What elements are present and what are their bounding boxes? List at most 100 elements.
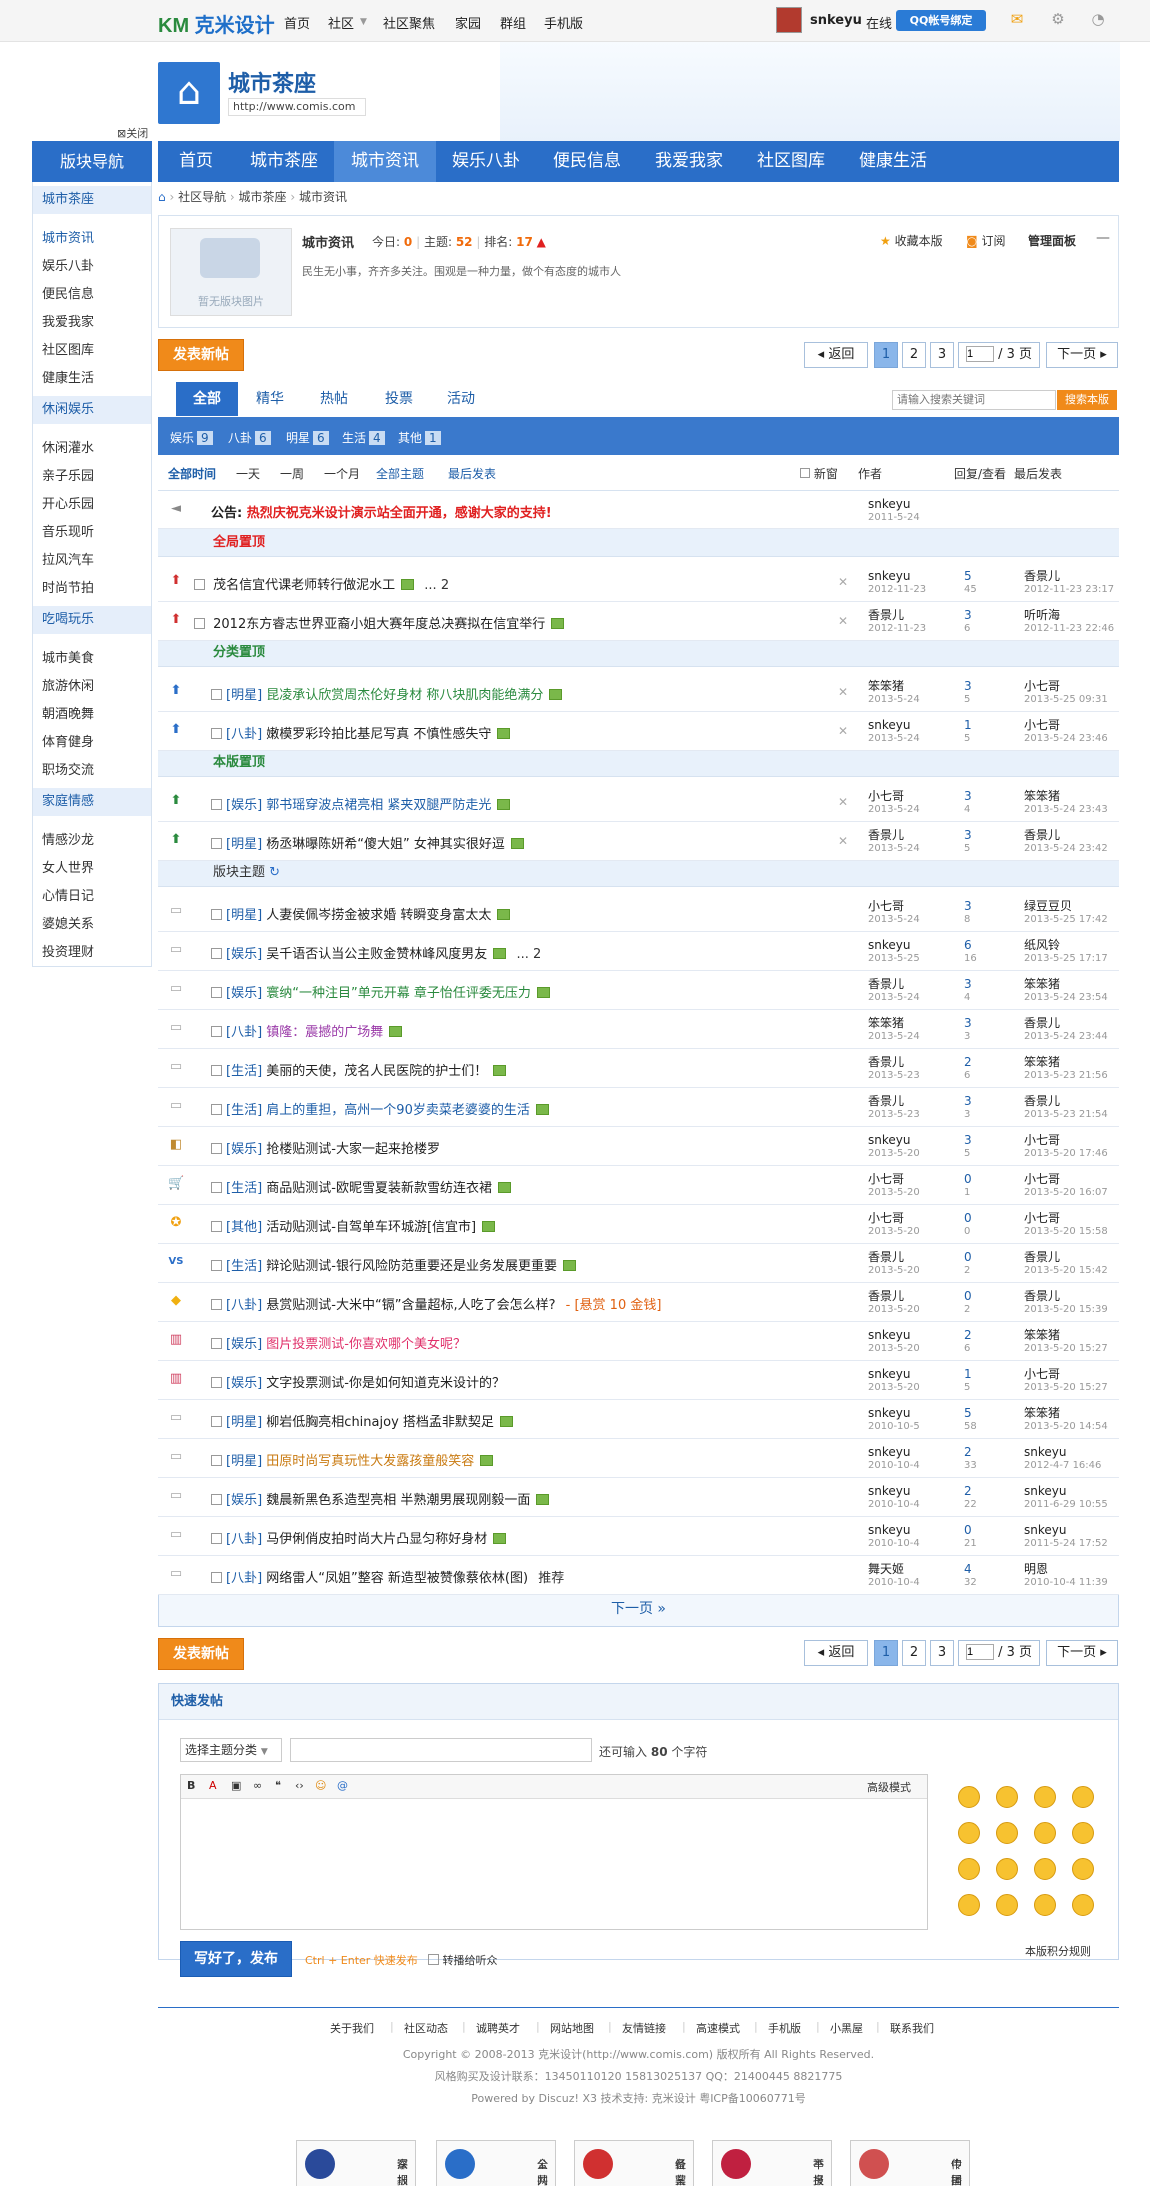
topic-title[interactable]: [八卦] 网络雷人“凤姐”整容 新造型被赞像蔡依林(图) 推荐 (211, 1567, 564, 1586)
topic-title[interactable]: [娱乐] 文字投票测试-你是如何知道克米设计的？ (211, 1372, 505, 1391)
topic-category-tag[interactable]: [娱乐] (226, 1337, 262, 1352)
avatar[interactable] (776, 7, 802, 33)
topic-subject[interactable]: 图片投票测试-你喜欢哪个美女呢？ (266, 1337, 466, 1352)
filter-all-time[interactable]: 全部时间 (168, 465, 216, 482)
nav-city-news[interactable]: 城市资讯 (334, 141, 436, 182)
topic-author[interactable]: 香景儿 2013-5-23 (868, 1055, 920, 1083)
sidebar-item[interactable]: 便民信息 (42, 283, 94, 302)
emoji-icon[interactable] (1072, 1858, 1094, 1880)
topic-subject[interactable]: 魏晨新黑色系造型亮相 半熟潮男展现刚毅一面 (266, 1493, 530, 1508)
topic-subject[interactable]: 美丽的天使，茂名人民医院的护士们！ (266, 1064, 487, 1079)
announcement-author[interactable]: snkeyu 2011-5-24 (868, 497, 920, 525)
table-row[interactable]: ▭ [娱乐] 吴千语否认当公主败金赞林峰风度男友 ... 2 snkeyu 2013-… (158, 932, 1119, 971)
checkbox[interactable] (211, 1572, 222, 1583)
topic-author[interactable]: snkeyu 2010-10-4 (868, 1445, 920, 1473)
nav-convenience[interactable]: 便民信息 (536, 141, 638, 182)
last-post[interactable]: 小七哥 2013-5-24 23:46 (1024, 718, 1108, 746)
broadcast-toggle[interactable]: 转播给听众 (428, 1952, 498, 1968)
sidebar-item[interactable]: 休闲灌水 (42, 437, 94, 456)
collapse-icon[interactable]: — (1096, 230, 1110, 246)
table-row[interactable]: ⬆ [明星] 杨丞琳曝陈妍希“傻大姐” 女神其实很好逗 ✕ 香景儿 2013-5-24 3… (158, 822, 1119, 861)
gear-icon[interactable]: ⚙ (1047, 10, 1069, 30)
topic-extra[interactable]: - [悬赏 10 金钱] (566, 1298, 662, 1313)
checkbox[interactable] (211, 987, 222, 998)
footer-link[interactable]: 联系我们 (890, 2020, 934, 2036)
checkbox[interactable] (211, 728, 222, 739)
post-title-input[interactable] (290, 1738, 592, 1762)
page-1-bottom[interactable]: 1 (874, 1640, 898, 1666)
home-icon[interactable]: ⌂ (158, 190, 166, 204)
nav-my-home[interactable]: 我爱我家 (638, 141, 740, 182)
emoji-icon[interactable] (996, 1858, 1018, 1880)
last-post[interactable]: 笨笨猪 2013-5-24 23:54 (1024, 977, 1108, 1005)
qq-bind-button[interactable]: QQ帐号绑定 (896, 10, 986, 31)
topic-title[interactable]: [娱乐] 郭书瑶穿波点裙亮相 紧夹双腿严防走光 (211, 794, 511, 813)
category-filter[interactable]: 娱乐 9 (170, 429, 213, 446)
search-button[interactable]: 搜索本版 (1057, 390, 1117, 410)
sidebar-item[interactable]: 投资理财 (42, 941, 94, 960)
table-row[interactable]: ⬆ [明星] 昆凌承认欣赏周杰伦好身材 称八块肌肉能绝满分 ✕ 笨笨猪 2013-5-2… (158, 673, 1119, 712)
checkbox[interactable] (211, 1221, 222, 1232)
topic-subject[interactable]: 嫩模罗彩玲拍比基尼写真 不慎性感失守 (266, 727, 491, 742)
topic-author[interactable]: 笨笨猪 2013-5-24 (868, 679, 920, 707)
last-post[interactable]: 绿豆豆贝 2013-5-25 17:42 (1024, 899, 1108, 927)
topic-extra[interactable]: ... 2 (516, 947, 541, 962)
last-post[interactable]: 纸风铃 2013-5-25 17:17 (1024, 938, 1108, 966)
sidebar-item[interactable]: 旅游休闲 (42, 675, 94, 694)
checkbox[interactable] (211, 948, 222, 959)
topic-author[interactable]: 香景儿 2013-5-24 (868, 977, 920, 1005)
topnav-mobile[interactable]: 手机版 (544, 13, 583, 32)
topic-category-tag[interactable]: [明星] (226, 1415, 262, 1430)
emoji-icon[interactable] (1072, 1822, 1094, 1844)
breadcrumb-item[interactable]: 城市资讯 (299, 190, 347, 204)
topic-subject[interactable]: 悬赏贴测试-大米中“镉”含量超标,人吃了会怎么样? (266, 1298, 555, 1313)
topic-category-select[interactable]: 选择主题分类 ▼ (180, 1738, 282, 1762)
sidebar-item[interactable]: 城市资讯 (42, 227, 94, 246)
topnav-home-space[interactable]: 家园 (455, 13, 481, 32)
topic-subject[interactable]: 田原时尚写真玩性大发露孩童般笑容 (266, 1454, 474, 1469)
emoji-icon[interactable] (1072, 1894, 1094, 1916)
topic-subject[interactable]: 商品贴测试-欧昵雪夏装新款雪纺连衣裙 (266, 1181, 492, 1196)
topic-category-tag[interactable]: [八卦] (226, 1298, 262, 1313)
topic-title[interactable]: [八卦] 马伊俐俏皮拍时尚大片凸显匀称好身材 (211, 1528, 507, 1547)
topic-author[interactable]: snkeyu 2013-5-20 (868, 1133, 920, 1161)
topic-title[interactable]: 2012东方睿志世界亚裔小姐大赛年度总决赛拟在信宜举行 (194, 613, 565, 632)
page-1[interactable]: 1 (874, 342, 898, 368)
username-link[interactable]: snkeyu (810, 13, 862, 28)
topic-author[interactable]: snkeyu 2013-5-24 (868, 718, 920, 746)
last-post[interactable]: 笨笨猪 2013-5-23 21:56 (1024, 1055, 1108, 1083)
announcement-row[interactable]: ◄ 公告: 热烈庆祝克米设计演示站全面开通，感谢大家的支持! snkeyu 201… (158, 491, 1119, 529)
link-icon[interactable]: ∞ (253, 1779, 262, 1792)
topic-author[interactable]: snkeyu 2013-5-25 (868, 938, 920, 966)
breadcrumb-item[interactable]: 社区导航 (178, 190, 226, 204)
topic-subject[interactable]: 昆凌承认欣赏周杰伦好身材 称八块肌肉能绝满分 (266, 688, 543, 703)
footer-link[interactable]: 诚聘英才 (476, 2020, 520, 2036)
emoji-icon[interactable] (958, 1786, 980, 1808)
nav-entertainment[interactable]: 娱乐八卦 (436, 141, 536, 182)
sidebar-item[interactable]: 时尚节拍 (42, 577, 94, 596)
last-post[interactable]: 笨笨猪 2013-5-20 15:27 (1024, 1328, 1108, 1356)
sidebar-item[interactable]: 心情日记 (42, 885, 94, 904)
close-icon[interactable]: ✕ (838, 724, 848, 738)
topic-category-tag[interactable]: [娱乐] (226, 798, 262, 813)
nav-health[interactable]: 健康生活 (842, 141, 944, 182)
sidebar-item[interactable]: 亲子乐园 (42, 465, 94, 484)
topic-title[interactable]: [其他] 活动贴测试-自驾单车环城游[信宜市] (211, 1216, 496, 1235)
topic-category-tag[interactable]: [生活] (226, 1064, 262, 1079)
table-row[interactable]: ▥ [娱乐] 文字投票测试-你是如何知道克米设计的？ snkeyu 2013-5-20… (158, 1361, 1119, 1400)
close-icon[interactable]: ✕ (838, 834, 848, 848)
footer-link[interactable]: 小黑屋 (830, 2020, 863, 2036)
checkbox[interactable] (211, 799, 222, 810)
footer-link[interactable]: 网站地图 (550, 2020, 594, 2036)
checkbox[interactable] (211, 1299, 222, 1310)
topic-subject[interactable]: 肩上的重担，高州一个90岁卖菜老婆婆的生活 (266, 1103, 530, 1118)
table-row[interactable]: ⬆ [娱乐] 郭书瑶穿波点裙亮相 紧夹双腿严防走光 ✕ 小七哥 2013-5-24 3 4 笨… (158, 783, 1119, 822)
emoji-icon[interactable] (958, 1894, 980, 1916)
emoji-icon[interactable] (996, 1894, 1018, 1916)
checkbox[interactable] (211, 909, 222, 920)
topic-author[interactable]: snkeyu 2013-5-20 (868, 1367, 920, 1395)
checkbox[interactable] (194, 618, 205, 629)
topic-title[interactable]: [八卦] 嫩模罗彩玲拍比基尼写真 不慎性感失守 (211, 723, 511, 742)
table-row[interactable]: ▭ [生活] 肩上的重担，高州一个90岁卖菜老婆婆的生活 香景儿 2013-5-23 3… (158, 1088, 1119, 1127)
sidebar-section[interactable]: 休闲娱乐 (33, 396, 151, 424)
